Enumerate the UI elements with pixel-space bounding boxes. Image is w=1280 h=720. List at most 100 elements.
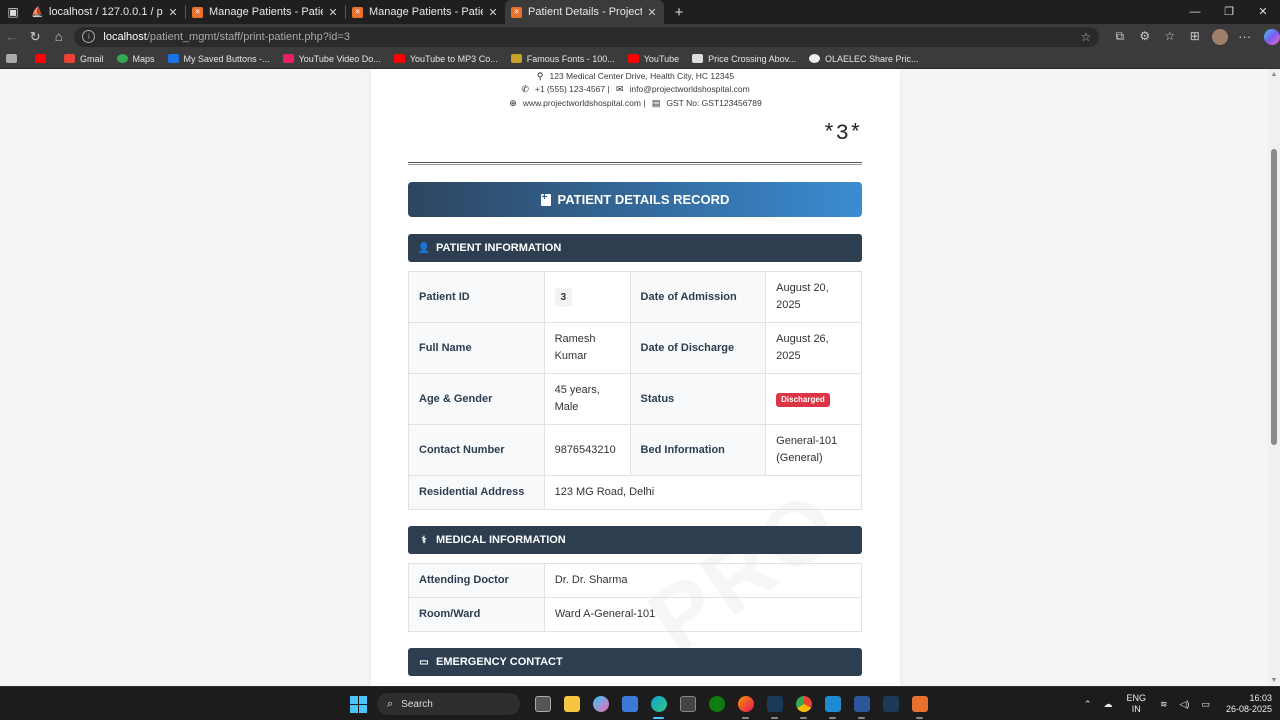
tab-title: localhost / 127.0.0.1 / patient_mg [49, 6, 163, 18]
map-marker-icon: ⚲ [536, 71, 544, 81]
task-view-icon[interactable] [528, 687, 557, 720]
bookmark-label: YouTube [643, 53, 680, 64]
code-app-icon[interactable] [876, 687, 905, 720]
status-label: Status [629, 373, 767, 425]
clock-time: 16:03 [1249, 693, 1272, 703]
xbox-icon[interactable] [702, 687, 731, 720]
xampp-taskbar-icon[interactable] [905, 687, 934, 720]
bookmark-label: YouTube to MP3 Co... [409, 53, 498, 64]
terminal-icon[interactable] [760, 687, 789, 720]
bookmark-youtube-mp3[interactable]: YouTube to MP3 Co... [393, 53, 498, 64]
volume-icon[interactable]: ◁) [1180, 699, 1190, 710]
more-options-icon[interactable]: ··· [1233, 29, 1256, 44]
bookmark-price-crossing[interactable]: Price Crossing Abov... [692, 54, 796, 64]
bookmark-label: YouTube Video Do... [298, 53, 381, 64]
firefox-icon[interactable] [731, 687, 760, 720]
gmail-icon [64, 54, 75, 63]
tab-actions-icon[interactable]: ▣ [0, 0, 26, 24]
bookmark-saved-buttons[interactable]: My Saved Buttons -... [167, 54, 270, 64]
patient-info-table: Patient ID 3 Date of Admission August 20… [408, 271, 863, 510]
header-divider [408, 162, 862, 165]
back-icon[interactable]: ← [0, 29, 23, 44]
tab-manage-patients-1[interactable]: ✕ Manage Patients - Patient Manag ✕ [186, 0, 345, 24]
store-icon[interactable] [615, 687, 644, 720]
close-window-icon[interactable]: ✕ [1246, 0, 1280, 24]
reload-icon[interactable]: ↻ [23, 29, 46, 45]
scroll-down-icon[interactable]: ▼ [1268, 677, 1280, 684]
word-icon[interactable] [847, 687, 876, 720]
hospital-website: www.projectworldshospital.com | [522, 98, 646, 108]
address-label: Residential Address [408, 475, 545, 510]
fonts-icon [510, 54, 522, 63]
collections-icon[interactable]: ⊞ [1182, 29, 1207, 44]
phone-icon: ✆ [521, 84, 529, 94]
maximize-icon[interactable]: ❐ [1212, 0, 1246, 24]
new-tab-button[interactable]: + [668, 4, 690, 21]
barcode-serial: *3* [822, 121, 862, 146]
bookmark-youtube-video[interactable]: YouTube Video Do... [282, 53, 381, 64]
url-host: localhost [103, 30, 147, 43]
vscode-icon[interactable] [818, 687, 847, 720]
weather-icon[interactable]: ☁ [1103, 699, 1112, 710]
stock-icon [809, 54, 820, 63]
medical-info-table: Attending Doctor Dr. Dr. Sharma Room/War… [408, 563, 863, 632]
room-label: Room/Ward [408, 597, 545, 632]
bookmarks-bar: Gmail Maps My Saved Buttons -... YouTube… [0, 49, 1280, 69]
bookmark-famous-fonts[interactable]: Famous Fonts - 100... [510, 53, 615, 64]
bookmark-label: OLAELEC Share Pric... [825, 53, 919, 64]
bookmark-label: Famous Fonts - 100... [526, 53, 615, 64]
app-icon[interactable] [673, 687, 702, 720]
file-explorer-icon[interactable] [557, 687, 586, 720]
favorites-icon[interactable]: ☆ [1157, 29, 1182, 44]
page-scrollbar[interactable]: ▲ ▼ [1268, 69, 1280, 686]
xampp-icon: ✕ [352, 6, 363, 18]
bookmark-maps[interactable]: Maps [116, 54, 155, 64]
wifi-icon[interactable]: ≋ [1160, 699, 1168, 710]
site-info-icon[interactable]: i [82, 30, 96, 43]
url-path: /patient_mgmt/staff/print-patient.php?id… [146, 30, 350, 43]
bookmark-olaelec[interactable]: OLAELEC Share Pric... [809, 54, 919, 64]
video-downloader-icon [282, 54, 294, 63]
bookmark-youtube[interactable] [35, 54, 51, 63]
window-controls: — ❐ ✕ [1178, 0, 1280, 24]
url-field[interactable]: i localhost/patient_mgmt/staff/print-pat… [74, 26, 1100, 47]
bookmark-gmail[interactable]: Gmail [64, 54, 104, 64]
copilot-icon[interactable] [1264, 28, 1280, 45]
tray-overflow-icon[interactable]: ⌃ [1084, 699, 1092, 710]
file-medical-icon [540, 192, 551, 206]
home-icon[interactable]: ⌂ [47, 29, 70, 44]
hospital-phone: +1 (555) 123-4567 | [534, 84, 610, 94]
hospital-address: 123 Medical Center Drive, Health City, H… [549, 71, 735, 81]
search-icon: ⌕ [387, 697, 394, 710]
copilot-app-icon[interactable] [586, 687, 615, 720]
scrollbar-thumb[interactable] [1271, 149, 1277, 445]
edge-icon[interactable] [644, 687, 673, 720]
tab-phpmyadmin[interactable]: ⛵ localhost / 127.0.0.1 / patient_mg ✕ [26, 0, 185, 24]
maps-icon [116, 54, 128, 63]
patient-id-label: Patient ID [408, 271, 545, 323]
battery-icon[interactable]: ▭ [1201, 699, 1210, 710]
admission-date-value: August 20, 2025 [765, 271, 862, 323]
minimize-icon[interactable]: — [1178, 0, 1212, 24]
tab-close-icon[interactable]: ✕ [327, 6, 339, 19]
bookmark-toggle-icon[interactable] [6, 54, 22, 63]
tab-patient-details[interactable]: ✕ Patient Details - ProjectWorlds Ho ✕ [505, 0, 664, 24]
windows-start-icon[interactable] [350, 695, 367, 713]
bookmark-youtube-2[interactable]: YouTube [627, 53, 680, 64]
discharge-date-value: August 26, 2025 [765, 322, 862, 374]
tab-close-icon[interactable]: ✕ [167, 6, 179, 19]
globe-icon: ⊕ [509, 98, 517, 108]
scroll-up-icon[interactable]: ▲ [1268, 71, 1280, 78]
language-indicator[interactable]: ENG IN [1126, 693, 1146, 715]
profile-avatar[interactable] [1212, 28, 1228, 45]
chrome-icon[interactable] [789, 687, 818, 720]
tab-close-icon[interactable]: ✕ [646, 6, 658, 19]
favorite-star-icon[interactable]: ☆ [1081, 30, 1092, 44]
split-screen-icon[interactable]: ⚙ [1132, 29, 1157, 44]
doctor-label: Attending Doctor [408, 563, 545, 598]
taskbar-search[interactable]: ⌕ Search [377, 693, 520, 715]
tab-manage-patients-2[interactable]: ✕ Manage Patients - Patient Manag ✕ [346, 0, 505, 24]
extensions-icon[interactable]: ⧉ [1107, 29, 1132, 44]
tab-close-icon[interactable]: ✕ [487, 6, 499, 19]
taskbar-clock[interactable]: 16:03 26-08-2025 [1226, 693, 1272, 715]
